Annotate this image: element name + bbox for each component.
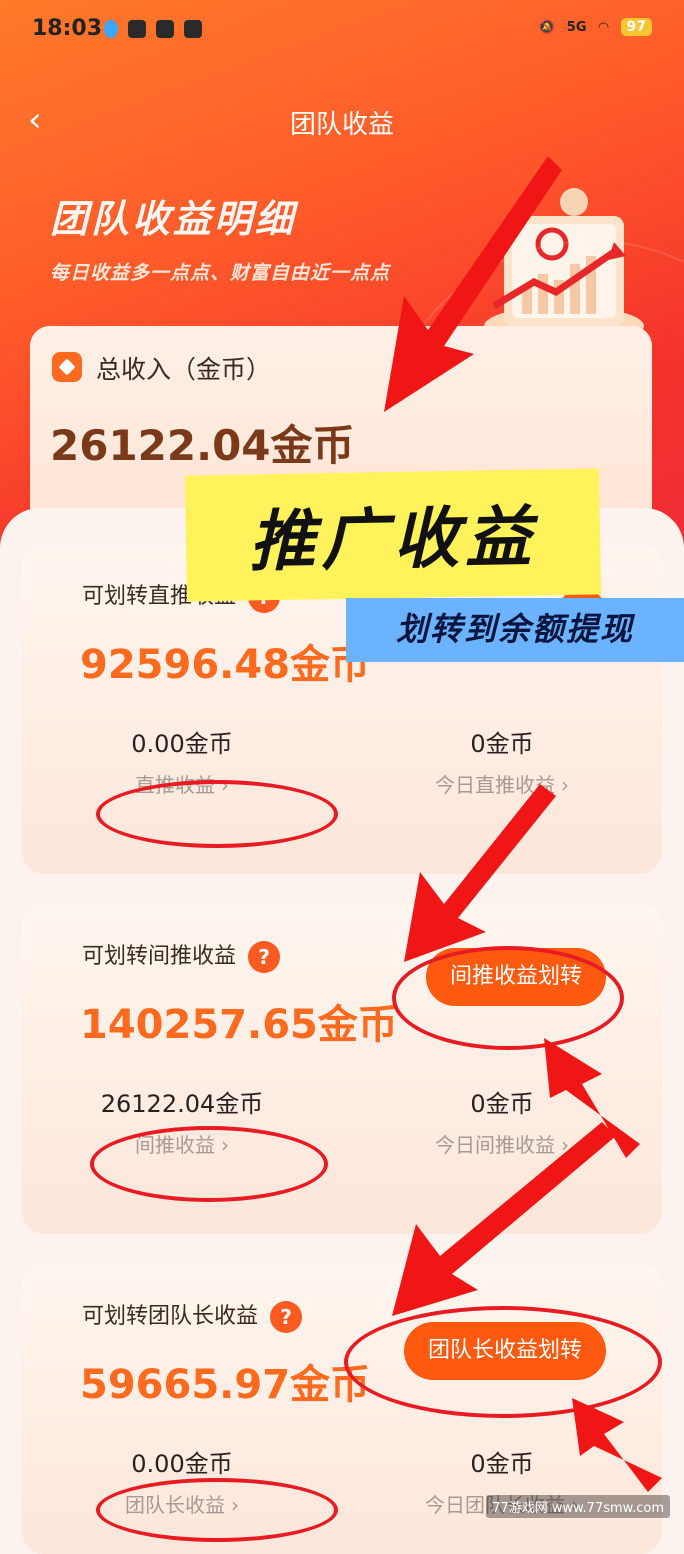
annotation-arrow	[572, 1398, 662, 1492]
site-watermark: 77游戏网 www.77smw.com	[486, 1495, 670, 1518]
promo-sub-sticker: 划转到余额提现	[346, 598, 684, 662]
promo-sticker: 推广收益	[184, 468, 602, 602]
annotation-arrow	[392, 1122, 616, 1316]
promo-headline: 推广收益	[248, 498, 538, 581]
annotation-arrow	[404, 784, 556, 962]
annotation-arrow	[384, 156, 562, 412]
promo-subline: 划转到余额提现	[395, 610, 634, 648]
annotation-arrows	[384, 156, 662, 1492]
